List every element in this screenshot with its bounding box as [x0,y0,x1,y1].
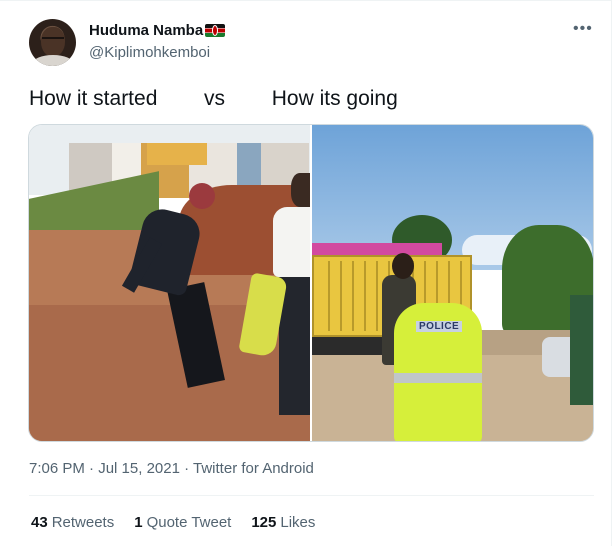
photo-officer-head [291,173,310,207]
author-handle[interactable]: @Kiplimohkemboi [89,44,210,61]
likes-label: Likes [280,514,316,531]
kenya-flag-icon [205,24,226,37]
quote-tweets-stat[interactable]: 1 Quote Tweet [134,514,231,531]
photo-how-its-going[interactable]: POLICE [312,125,593,441]
likes-count: 125 [251,514,277,531]
meta-separator: · [179,460,194,477]
tweet-stats: 43 Retweets 1 Quote Tweet 125 Likes [31,514,315,531]
more-options-icon[interactable]: ••• [573,20,593,38]
display-name-text: Huduma Namba [89,22,204,39]
photo-reflective-band [394,373,482,383]
meta-separator: · [84,460,99,477]
tweet-date[interactable]: Jul 15, 2021 [98,460,180,477]
retweets-label: Retweets [51,514,115,531]
avatar[interactable] [29,19,76,66]
tweet-card: Huduma Namba @Kiplimohkemboi ••• How it … [0,0,612,546]
divider [29,495,594,496]
photo-officer-shirt [273,207,310,277]
tweet-time[interactable]: 7:06 PM [29,460,85,477]
tweet-media: POLICE [28,124,594,442]
tweet-metadata: 7:06 PM · Jul 15, 2021 · Twitter for And… [29,460,314,477]
retweets-count: 43 [31,514,48,531]
avatar-shirt [33,55,73,66]
photo-sign [147,143,207,165]
photo-how-it-started[interactable] [29,125,310,441]
retweets-stat[interactable]: 43 Retweets [31,514,114,531]
photo-bystander [570,295,593,405]
tweet-text: How it started vs How its going [29,87,398,110]
photo-man-head [392,253,414,279]
photo-police-label: POLICE [416,321,463,332]
photo-man-cap [189,183,215,209]
author-display-name[interactable]: Huduma Namba [89,22,226,39]
likes-stat[interactable]: 125 Likes [251,514,315,531]
avatar-glasses [42,37,64,44]
quote-tweets-count: 1 [134,514,143,531]
quote-tweets-label: Quote Tweet [146,514,232,531]
tweet-source-app[interactable]: Twitter for Android [193,460,314,477]
